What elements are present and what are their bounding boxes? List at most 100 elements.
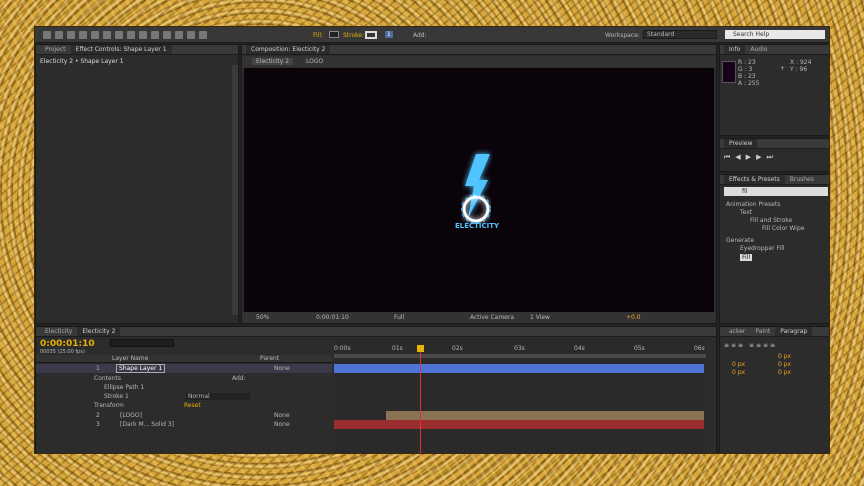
after-effects-window: Fill: Stroke: 1 Add: Workspace: Standard… — [34, 26, 830, 454]
tab-audio[interactable]: Audio — [745, 45, 772, 54]
tool-icons[interactable] — [41, 31, 209, 39]
prop-contents[interactable]: Contents — [94, 375, 121, 382]
tab-effect-controls[interactable]: Effect Controls: Shape Layer 1 — [70, 45, 172, 54]
ruler-5: 05s — [634, 345, 645, 352]
current-time-indicator[interactable] — [420, 345, 421, 453]
composition-footer: 50% 0:00:01:10 Full Active Camera 1 View… — [242, 312, 716, 323]
tree-fill-and-stroke[interactable]: Fill and Stroke — [750, 217, 792, 224]
timeline-search[interactable] — [110, 339, 174, 347]
stroke-blend-mode[interactable]: Normal — [186, 393, 250, 400]
timeline-tabs: Electicity Electicity 2 — [36, 327, 716, 337]
ruler-1: 01s — [392, 345, 403, 352]
tree-fill-color-wipe[interactable]: Fill Color Wipe — [762, 225, 804, 232]
prop-stroke[interactable]: Stroke 1 — [104, 393, 129, 400]
stroke-swatch[interactable] — [365, 31, 377, 39]
transform-reset[interactable]: Reset — [184, 402, 201, 409]
comp-crumb-logo[interactable]: LOGO — [306, 58, 323, 65]
eraser-tool-icon[interactable] — [175, 31, 183, 39]
indent-first[interactable]: 0 px — [732, 361, 745, 368]
rotate-tool-icon[interactable] — [79, 31, 87, 39]
info-r: R : 23 — [738, 59, 756, 66]
puppet-tool-icon[interactable] — [199, 31, 207, 39]
layer-row-1[interactable]: 1 Shape Layer 1 None — [36, 364, 332, 373]
ruler-6: 06s — [694, 345, 705, 352]
time-graph[interactable]: 0:00s 01s 02s 03s 04s 05s 06s — [334, 339, 706, 453]
layer-2-parent[interactable]: None — [274, 412, 290, 419]
workspace-select[interactable]: Standard — [643, 30, 717, 39]
layer-2-name[interactable]: [LOGO] — [120, 412, 142, 419]
stroke-width[interactable]: 1 — [385, 31, 393, 38]
layer-row-2[interactable]: 2 [LOGO] None — [36, 411, 332, 420]
layer-row-3[interactable]: 3 [Dark M... Solid 3] None — [36, 420, 332, 429]
space-after[interactable]: 0 px — [778, 369, 791, 376]
camera-select[interactable]: Active Camera — [470, 314, 514, 321]
playback-controls[interactable]: ⏮◀▶▶⏭ — [724, 153, 778, 162]
stroke-label: Stroke: — [343, 32, 365, 39]
layer-1-parent[interactable]: None — [274, 365, 290, 372]
tree-generate[interactable]: Generate — [726, 237, 754, 244]
comp-timecode[interactable]: 0:00:01:10 — [316, 314, 349, 321]
tree-fill[interactable]: Fill — [740, 254, 753, 261]
rectangle-tool-icon[interactable] — [115, 31, 123, 39]
brush-tool-icon[interactable] — [151, 31, 159, 39]
contents-add[interactable]: Add: — [232, 375, 246, 382]
ruler-2: 02s — [452, 345, 463, 352]
composition-viewer[interactable]: ELECTICITY — [244, 68, 714, 312]
layer-1-bar[interactable] — [334, 364, 704, 373]
tree-text[interactable]: Text — [740, 209, 752, 216]
layer-1-name[interactable]: Shape Layer 1 — [116, 364, 166, 373]
indent-right[interactable]: 0 px — [778, 361, 791, 368]
timeline-timecode[interactable]: 0:00:01:10 — [40, 339, 95, 349]
comp-crumb-electicity-2[interactable]: Electicity 2 — [252, 58, 294, 65]
tab-composition[interactable]: Composition: Electicity 2 — [246, 45, 331, 54]
tab-paint[interactable]: Paint — [750, 327, 775, 336]
type-tool-icon[interactable] — [139, 31, 147, 39]
tab-effects-presets[interactable]: Effects & Presets — [724, 175, 785, 184]
tab-brushes[interactable]: Brushes — [785, 175, 819, 184]
tree-eyedropper-fill[interactable]: Eyedropper Fill — [740, 245, 785, 252]
camera-tool-icon[interactable] — [91, 31, 99, 39]
zoom-tool-icon[interactable] — [67, 31, 75, 39]
work-area-bar[interactable] — [334, 354, 706, 358]
magnification-select[interactable]: 50% — [256, 314, 269, 321]
color-sample — [722, 61, 736, 83]
preview-tabs: Preview — [720, 139, 829, 149]
paragraph-align-buttons[interactable]: ≡≡≡ ≡≡≡≡ — [724, 342, 777, 349]
hand-tool-icon[interactable] — [55, 31, 63, 39]
search-help-input[interactable]: Search Help — [725, 30, 825, 39]
left-panel-scrollbar[interactable] — [232, 65, 238, 315]
tab-timeline-electicity[interactable]: Electicity — [40, 327, 77, 336]
tab-project[interactable]: Project — [40, 45, 71, 54]
tree-animation-presets[interactable]: Animation Presets — [726, 201, 780, 208]
tab-timeline-electicity-2[interactable]: Electicity 2 — [77, 327, 121, 336]
effects-search-input[interactable]: fil — [724, 187, 828, 196]
pan-behind-tool-icon[interactable] — [103, 31, 111, 39]
tab-tracker[interactable]: acker — [724, 327, 750, 336]
layer-3-parent[interactable]: None — [274, 421, 290, 428]
pen-tool-icon[interactable] — [127, 31, 135, 39]
prop-transform[interactable]: Transform — [94, 402, 124, 409]
selection-tool-icon[interactable] — [43, 31, 51, 39]
layer-3-bar[interactable] — [334, 420, 704, 429]
tab-paragraph[interactable]: Paragrap — [775, 327, 813, 336]
layer-2-bar[interactable] — [386, 411, 704, 420]
info-g: G : 3 — [738, 66, 753, 73]
prop-ellipse-path[interactable]: Ellipse Path 1 — [104, 384, 144, 391]
tab-info[interactable]: Info — [724, 45, 746, 54]
layer-3-name[interactable]: [Dark M... Solid 3] — [120, 421, 174, 428]
info-y: Y : 96 — [790, 66, 808, 73]
view-layout-select[interactable]: 1 View — [530, 314, 550, 321]
playhead-icon[interactable] — [417, 345, 424, 352]
info-panel: Info Audio R : 23 G : 3 B : 23 A : 255 + … — [719, 44, 829, 136]
exposure-value[interactable]: +0.0 — [626, 314, 641, 321]
clone-tool-icon[interactable] — [163, 31, 171, 39]
fill-swatch[interactable] — [329, 31, 339, 38]
lightning-bolt-icon — [465, 154, 490, 218]
roto-brush-icon[interactable] — [187, 31, 195, 39]
ruler-4: 04s — [574, 345, 585, 352]
indent-left[interactable]: 0 px — [778, 353, 791, 360]
effects-presets-panel: Effects & Presets Brushes fil Animation P… — [719, 174, 829, 324]
tab-preview[interactable]: Preview — [724, 139, 758, 148]
space-before[interactable]: 0 px — [732, 369, 745, 376]
resolution-select[interactable]: Full — [394, 314, 404, 321]
